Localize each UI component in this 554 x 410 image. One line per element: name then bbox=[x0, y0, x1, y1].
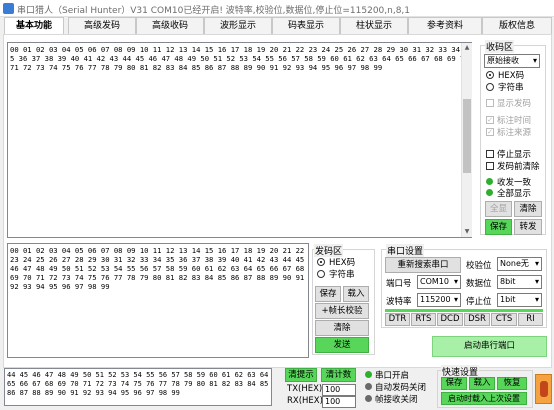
receive-textarea[interactable]: 00 01 02 03 04 05 06 07 08 09 10 11 12 1… bbox=[7, 42, 472, 238]
frame-recv-led bbox=[365, 395, 372, 402]
signal-indicator-bar bbox=[385, 309, 543, 312]
app-icon bbox=[3, 3, 14, 14]
clear-count-button[interactable]: 清计数 bbox=[321, 368, 356, 382]
quick-load-button[interactable]: 载入 bbox=[469, 377, 495, 390]
recv-mode-select[interactable]: 原始接收 bbox=[484, 54, 540, 68]
send-str-label: 字符串 bbox=[329, 270, 355, 280]
cts-indicator: CTS bbox=[491, 313, 517, 326]
tx-count: 100 bbox=[322, 384, 356, 396]
serial-settings-title: 串口设置 bbox=[386, 244, 425, 257]
title-bar: 串口猎人（Serial Hunter）V31 COM10已经开启! 波特率,校验… bbox=[0, 0, 554, 17]
add-frame-check-button[interactable]: +帧长校验 bbox=[315, 303, 369, 319]
window-title: 串口猎人（Serial Hunter）V31 COM10已经开启! 波特率,校验… bbox=[17, 6, 411, 16]
databits-label: 数据位 bbox=[466, 279, 492, 289]
send-textarea[interactable]: 00 01 02 03 04 05 06 07 08 09 10 11 12 1… bbox=[7, 243, 309, 358]
show-all-label: 全部显示 bbox=[497, 189, 532, 199]
stop-show-checkbox[interactable] bbox=[486, 150, 494, 158]
recv-clear-button[interactable]: 清除 bbox=[514, 201, 542, 217]
tab-advanced-send[interactable]: 高级发码 bbox=[68, 17, 136, 34]
auto-load-button[interactable]: 启动时载入上次设置 bbox=[441, 392, 527, 405]
baud-label: 波特率 bbox=[386, 297, 412, 307]
open-port-button[interactable]: 启动串行端口 bbox=[432, 336, 547, 357]
send-str-radio[interactable] bbox=[317, 270, 325, 278]
tab-bar: 基本功能 高级发码 高级收码 波形显示 码表显示 柱状显示 参考资料 版权信息 bbox=[0, 17, 554, 35]
stopbits-label: 停止位 bbox=[466, 297, 492, 307]
scroll-up-icon[interactable]: ▲ bbox=[462, 43, 472, 53]
send-hex-label: HEX码 bbox=[329, 258, 356, 268]
port-label: 端口号 bbox=[386, 279, 412, 289]
tab-waveform[interactable]: 波形显示 bbox=[204, 17, 272, 34]
quick-save-button[interactable]: 保存 bbox=[441, 377, 467, 390]
port-select[interactable]: COM10 bbox=[417, 275, 461, 289]
recv-hex-radio[interactable] bbox=[486, 71, 494, 79]
auto-send-led bbox=[365, 383, 372, 390]
parity-select[interactable]: None无 bbox=[497, 257, 542, 271]
mark-time-label: 标注时间 bbox=[497, 116, 532, 126]
rx-label: RX(HEX): bbox=[287, 396, 326, 406]
port-open-label: 串口开启 bbox=[375, 371, 410, 381]
mark-time-checkbox[interactable]: ✓ bbox=[486, 116, 494, 124]
select-all-button[interactable]: 全显 bbox=[485, 201, 512, 217]
show-all-led bbox=[486, 189, 493, 196]
tx-label: TX(HEX): bbox=[287, 384, 326, 394]
clear-tip-button[interactable]: 清提示 bbox=[285, 368, 317, 382]
hunter-logo-icon bbox=[535, 374, 552, 404]
frame-recv-label: 帧接收关闭 bbox=[375, 395, 418, 405]
dtr-button[interactable]: DTR bbox=[385, 313, 410, 326]
tab-copyright[interactable]: 版权信息 bbox=[482, 17, 552, 34]
recv-save-button[interactable]: 保存 bbox=[485, 219, 512, 235]
receive-scrollbar[interactable]: ▲ ▼ bbox=[461, 43, 472, 237]
recv-transfer-button[interactable]: 转发 bbox=[514, 219, 542, 235]
stop-show-label: 停止显示 bbox=[497, 150, 532, 160]
clear-before-send-checkbox[interactable] bbox=[486, 162, 494, 170]
send-clear-button[interactable]: 清除 bbox=[315, 320, 369, 336]
tab-advanced-receive[interactable]: 高级收码 bbox=[136, 17, 204, 34]
auto-send-label: 自动发码关闭 bbox=[375, 383, 427, 393]
dcd-indicator: DCD bbox=[437, 313, 463, 326]
port-open-led bbox=[365, 371, 372, 378]
tab-reference[interactable]: 参考资料 bbox=[408, 17, 482, 34]
recv-hex-label: HEX码 bbox=[498, 71, 525, 81]
clear-before-send-label: 发码前清除 bbox=[497, 162, 540, 172]
show-send-checkbox[interactable] bbox=[486, 99, 494, 107]
send-load-button[interactable]: 载入 bbox=[343, 286, 369, 302]
parity-label: 校验位 bbox=[466, 261, 492, 271]
ri-indicator: RI bbox=[518, 313, 543, 326]
status-log: 44 45 46 47 48 49 50 51 52 53 54 55 56 5… bbox=[4, 368, 272, 406]
baud-select[interactable]: 115200 bbox=[417, 293, 461, 307]
recv-str-radio[interactable] bbox=[486, 83, 494, 91]
scroll-thumb[interactable] bbox=[463, 99, 471, 173]
mark-source-checkbox[interactable]: ✓ bbox=[486, 128, 494, 136]
rx-count: 100 bbox=[322, 396, 356, 408]
recv-consistent-led bbox=[486, 178, 493, 185]
tab-basic[interactable]: 基本功能 bbox=[4, 17, 64, 35]
scroll-down-icon[interactable]: ▼ bbox=[462, 227, 472, 237]
mark-source-label: 标注来源 bbox=[497, 128, 532, 138]
databits-select[interactable]: 8bit bbox=[497, 275, 542, 289]
recv-panel-title: 收码区 bbox=[485, 40, 515, 53]
show-send-label: 显示发码 bbox=[497, 99, 532, 109]
tab-bar-chart[interactable]: 柱状显示 bbox=[340, 17, 408, 34]
dsr-indicator: DSR bbox=[464, 313, 490, 326]
rts-button[interactable]: RTS bbox=[411, 313, 436, 326]
send-button[interactable]: 发送 bbox=[315, 337, 369, 353]
logo-figure bbox=[540, 381, 548, 397]
stopbits-select[interactable]: 1bit bbox=[497, 293, 542, 307]
recv-str-label: 字符串 bbox=[498, 83, 524, 93]
send-hex-radio[interactable] bbox=[317, 258, 325, 266]
quick-restore-button[interactable]: 恢复 bbox=[497, 377, 527, 390]
tab-code-table[interactable]: 码表显示 bbox=[272, 17, 340, 34]
send-save-button[interactable]: 保存 bbox=[315, 286, 341, 302]
rescan-port-button[interactable]: 重新搜索串口 bbox=[385, 257, 461, 273]
